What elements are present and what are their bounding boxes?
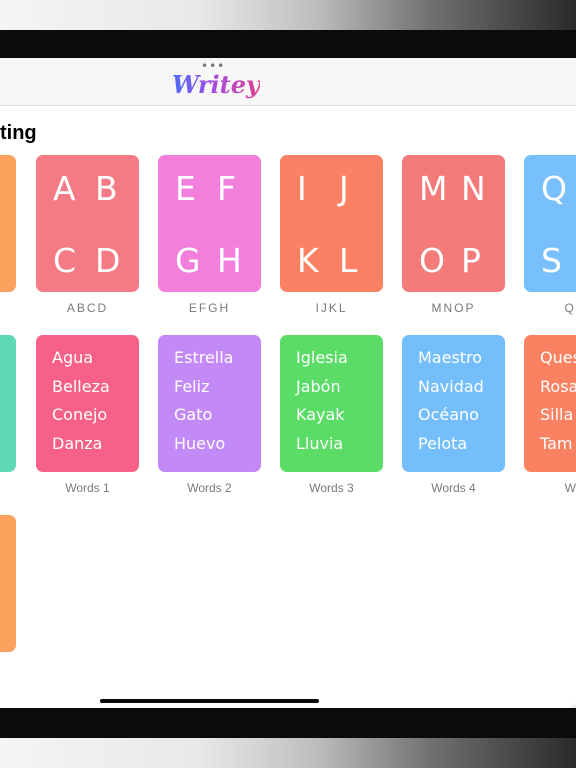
words-card[interactable]: Maestro Navidad Océano Pelota [402,335,505,472]
card-letter: P [461,241,481,280]
card-letter: E [175,169,196,208]
app-logo: Writey [172,70,260,99]
words-card-caption: Words 1 [65,481,110,495]
card-word: Silla [540,405,574,424]
card-word: Ques [540,348,576,367]
words-card-caption: Words 2 [187,481,232,495]
alphabet-card[interactable]: QRST [524,155,576,292]
card-word: Tam [540,433,573,453]
alphabet-card[interactable]: EFGH [158,155,261,292]
card-word: Danza [52,433,103,453]
alphabet-card-caption: EFGH [188,301,231,315]
card-letter: S [541,241,562,280]
alphabet-card-caption: MNOP [431,301,476,315]
card-word: Jabón [296,376,341,396]
card-letter: B [95,169,118,208]
alphabet-card-caption: IJKL [315,301,348,315]
partial-card-row1[interactable] [0,155,16,292]
card-word: Belleza [52,376,110,396]
words-card[interactable]: Estrella Feliz Gato Huevo [158,335,261,472]
partial-card-row3[interactable] [0,515,16,652]
card-word: Huevo [174,433,226,453]
alphabet-card[interactable]: MNOP [402,155,505,292]
card-word: Gato [174,405,213,424]
card-word: Iglesia [296,348,348,367]
card-word: Kayak [296,405,345,424]
card-word: Pelota [418,433,468,453]
card-word: Navidad [418,376,484,396]
card-letter: F [217,169,236,208]
card-word: Rosa [540,376,576,396]
alphabet-card-caption: QR [564,301,576,315]
words-card-caption: Wor [564,481,576,495]
card-word: Agua [52,348,94,367]
card-word: Lluvia [296,433,344,453]
card-letter: O [419,241,445,280]
card-letter: A [53,169,76,208]
card-letter: M [419,169,448,208]
card-word: Océano [418,405,479,424]
card-word: Feliz [174,376,210,396]
words-card-caption: Words 3 [309,481,354,495]
device-bezel-top [0,0,576,30]
card-letter: L [339,241,358,280]
card-letter: H [217,241,242,280]
navigation-bar: ••• Writey [0,58,576,106]
floating-action-button[interactable] [571,703,576,708]
card-letter: K [297,241,319,280]
ellipsis-icon[interactable]: ••• [201,60,225,72]
partial-card-row2[interactable] [0,335,16,472]
card-letter: I [297,169,307,208]
words-card[interactable]: Agua Belleza Conejo Danza [36,335,139,472]
alphabet-card-caption: ABCD [66,301,109,315]
card-letter: C [53,241,77,280]
card-letter: J [339,169,349,208]
card-letter: G [175,241,201,280]
alphabet-card[interactable]: ABCD [36,155,139,292]
home-indicator[interactable] [100,699,319,703]
words-card[interactable]: Iglesia Jabón Kayak Lluvia [280,335,383,472]
device-bezel-bottom [0,738,576,768]
words-card-caption: Words 4 [431,481,476,495]
app-screen: ••• Writey ting A B C D ABCD E F G H EFGH I J K L IJKL… [0,58,576,708]
section-title: ting [0,122,37,144]
words-card[interactable]: Ques Rosa Silla Tam [524,335,576,472]
alphabet-card[interactable]: IJKL [280,155,383,292]
card-letter: Q [541,169,567,208]
card-letter: N [461,169,486,208]
card-word: Maestro [418,348,483,367]
card-word: Estrella [174,348,234,367]
card-letter: D [95,241,121,280]
card-word: Conejo [52,405,108,424]
